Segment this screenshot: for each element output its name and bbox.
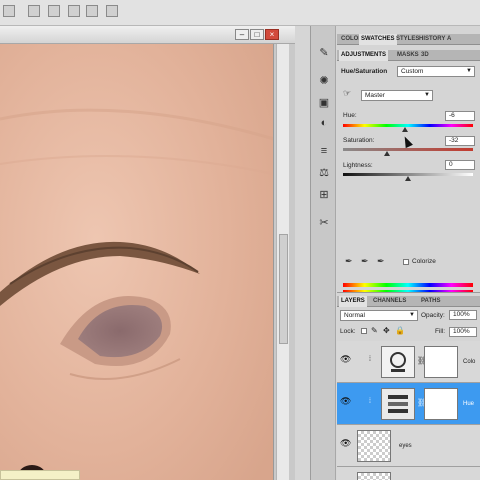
blend-mode-select[interactable]: Normal ▼: [340, 310, 418, 321]
layer-name[interactable]: Hue: [463, 401, 474, 407]
image-canvas[interactable]: [0, 44, 274, 480]
preset-value: Custom: [401, 68, 424, 75]
document-title-bar[interactable]: – □ ×: [0, 26, 295, 44]
eyedropper-minus-icon[interactable]: ✒: [377, 256, 385, 267]
layers-panel: LAYERS CHANNELS PATHS Normal ▼ Opacity: 1…: [337, 292, 480, 480]
blend-mode-value: Normal: [344, 312, 365, 319]
hue-input[interactable]: -6: [445, 111, 475, 121]
levels-icon[interactable]: ≡: [317, 144, 331, 158]
lightness-label: Lightness:: [343, 162, 373, 169]
mixer-icon[interactable]: ⊞: [317, 188, 331, 202]
tab-layers[interactable]: LAYERS: [339, 296, 367, 307]
saturation-label: Saturation:: [343, 137, 375, 144]
face-photo: [0, 44, 273, 480]
eye-icon[interactable]: 👁: [340, 354, 351, 365]
layer-row-hue[interactable]: 👁 ⁞ ⛓ Hue: [337, 383, 480, 425]
channel-select[interactable]: Master ▼: [361, 90, 433, 101]
tab-swatches[interactable]: SWATCHES: [359, 34, 397, 45]
top-tabs: COLOR SWATCHES STYLES HISTORY A: [337, 34, 480, 45]
circle-icon[interactable]: ◐: [317, 116, 331, 130]
eyedropper-plus-icon[interactable]: ✒: [361, 256, 369, 267]
layers-tabs: LAYERS CHANNELS PATHS: [337, 296, 480, 307]
layer-thumbnail: [357, 430, 391, 462]
document-window: – □ ×: [0, 26, 295, 480]
lightness-input[interactable]: 0: [445, 160, 475, 170]
opacity-label: Opacity:: [421, 312, 445, 319]
lock-brush-icon[interactable]: ✎: [371, 326, 378, 335]
eye-icon[interactable]: 👁: [340, 396, 351, 407]
brush-icon[interactable]: ✎: [317, 46, 331, 60]
align-center-icon[interactable]: [48, 5, 60, 17]
channel-value: Master: [365, 92, 385, 99]
layer-name[interactable]: eyes: [399, 443, 412, 449]
lock-transparent-icon[interactable]: [361, 328, 367, 334]
eyedropper-icon[interactable]: ✒: [345, 256, 353, 267]
layer-row-partial[interactable]: [337, 467, 480, 480]
balance-icon: [390, 352, 406, 372]
tab-channels[interactable]: CHANNELS: [371, 296, 408, 307]
panel-icon-strip: ✎ ✺ ▣ ◐ ≡ ⚖ ⊞ ✂: [310, 26, 336, 480]
options-bar: [0, 0, 480, 26]
arrange-icon[interactable]: [106, 5, 118, 17]
saturation-input[interactable]: -32: [445, 136, 475, 146]
sub-tabs: ADJUSTMENTS MASKS 3D: [337, 50, 480, 61]
lock-all-icon[interactable]: 🔒: [395, 326, 405, 335]
tools-icon[interactable]: ✂: [317, 216, 331, 230]
tab-history[interactable]: HISTORY: [417, 34, 447, 45]
preset-select[interactable]: Custom ▼: [397, 66, 475, 77]
image-icon[interactable]: ▣: [317, 96, 331, 110]
adjustments-panel: COLOR SWATCHES STYLES HISTORY A ADJUSTME…: [337, 26, 480, 294]
align-left-icon[interactable]: [28, 5, 40, 17]
hue-label: Hue:: [343, 112, 357, 119]
close-icon[interactable]: ×: [265, 29, 279, 40]
maximize-icon[interactable]: □: [250, 29, 264, 40]
scrollbar-thumb[interactable]: [279, 234, 288, 344]
tab-3d[interactable]: 3D: [419, 50, 431, 61]
layer-name[interactable]: Colo: [463, 359, 475, 365]
fill-label: Fill:: [435, 328, 446, 335]
tab-masks[interactable]: MASKS: [395, 50, 421, 61]
spectrum-bar-top: [343, 283, 473, 287]
lock-label: Lock:: [340, 328, 356, 335]
mask-thumbnail: [424, 388, 458, 420]
opacity-input[interactable]: 100%: [449, 310, 477, 320]
vertical-scrollbar[interactable]: [276, 44, 289, 480]
eye-icon[interactable]: 👁: [340, 438, 351, 449]
chevron-down-icon: ▼: [409, 312, 415, 318]
layer-row-eyes[interactable]: 👁 eyes: [337, 425, 480, 467]
sun-icon[interactable]: ✺: [317, 74, 331, 88]
layer-row-colo[interactable]: 👁 ⁞ ⛓ Colo: [337, 341, 480, 383]
chevron-down-icon: ▼: [466, 68, 472, 74]
mask-thumbnail: [424, 346, 458, 378]
align-right-icon[interactable]: [68, 5, 80, 17]
chain-icon: ⁞: [369, 398, 371, 405]
distribute-icon[interactable]: [86, 5, 98, 17]
saturation-slider-thumb[interactable]: [384, 151, 391, 156]
fill-input[interactable]: 100%: [449, 327, 477, 337]
chain-icon: ⁞: [369, 356, 371, 363]
status-bar: [0, 470, 80, 480]
colorize-label: Colorize: [412, 258, 436, 265]
adjustment-thumbnail: [381, 388, 415, 420]
adjustment-thumbnail: [381, 346, 415, 378]
lock-move-icon[interactable]: ✥: [383, 326, 390, 335]
hand-adjust-icon[interactable]: ☞: [343, 88, 351, 99]
hue-saturation-icon: [388, 395, 408, 413]
chevron-down-icon: ▼: [424, 92, 430, 98]
lightness-slider-thumb[interactable]: [405, 176, 411, 181]
panel-title: Hue/Saturation: [341, 68, 388, 75]
hue-slider-thumb[interactable]: [402, 127, 409, 132]
minimize-icon[interactable]: –: [235, 29, 249, 40]
tool-preset-icon[interactable]: [3, 5, 15, 17]
colorize-checkbox[interactable]: [403, 259, 409, 265]
tab-adjustments[interactable]: ADJUSTMENTS: [339, 50, 389, 61]
tab-paths[interactable]: PATHS: [419, 296, 442, 307]
balance-icon[interactable]: ⚖: [317, 166, 331, 180]
layer-thumbnail: [357, 472, 391, 480]
tab-actions[interactable]: A: [445, 34, 453, 45]
saturation-slider[interactable]: [343, 148, 473, 151]
